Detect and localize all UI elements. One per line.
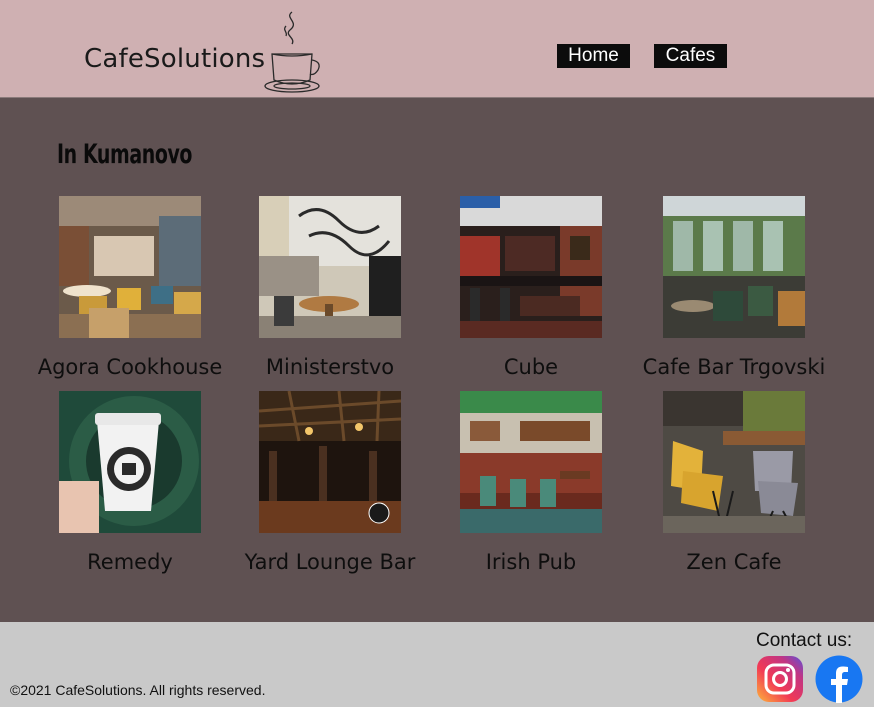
page-title: In Kumanovo	[57, 139, 193, 170]
cafe-photo-zen[interactable]	[663, 391, 805, 533]
cafe-photo-trgovski[interactable]	[663, 196, 805, 338]
logo-text[interactable]: CafeSolutions	[84, 44, 265, 74]
site-header: CafeSolutions Home Cafes	[0, 0, 874, 98]
cafe-name-zen[interactable]: Zen Cafe	[614, 550, 854, 574]
main-content: In Kumanovo Agora Cookhouse Ministerstvo…	[0, 98, 874, 622]
cafe-photo-remedy[interactable]	[59, 391, 201, 533]
nav-cafes-button[interactable]: Cafes	[654, 44, 727, 68]
nav-home-button[interactable]: Home	[557, 44, 630, 68]
copyright-text: ©2021 CafeSolutions. All rights reserved…	[10, 682, 266, 698]
site-footer: ©2021 CafeSolutions. All rights reserved…	[0, 622, 874, 707]
instagram-icon[interactable]	[756, 655, 804, 703]
cafe-photo-yard[interactable]	[259, 391, 401, 533]
cafe-photo-cube[interactable]	[460, 196, 602, 338]
coffee-cup-icon	[264, 11, 320, 93]
contact-label: Contact us:	[756, 630, 853, 651]
cafe-photo-irish-pub[interactable]	[460, 391, 602, 533]
cafe-photo-agora[interactable]	[59, 196, 201, 338]
cafe-name-trgovski[interactable]: Cafe Bar Trgovski	[614, 355, 854, 379]
facebook-icon[interactable]	[815, 655, 863, 703]
cafe-photo-ministerstvo[interactable]	[259, 196, 401, 338]
